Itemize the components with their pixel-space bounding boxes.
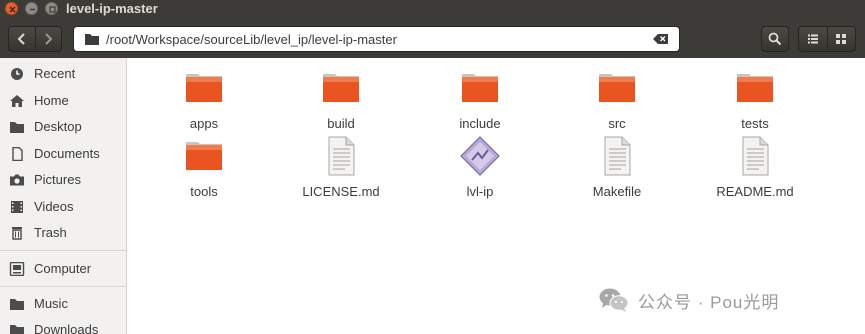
text-file-icon <box>604 136 631 176</box>
folder-item-tools[interactable]: tools <box>144 136 264 200</box>
camera-icon <box>10 174 24 186</box>
folder-icon <box>323 74 359 102</box>
sidebar-item-documents[interactable]: Documents <box>0 142 126 166</box>
sidebar-item-recent[interactable]: Recent <box>0 62 126 86</box>
sidebar-item-label: Music <box>34 296 68 311</box>
text-file-icon <box>328 136 355 176</box>
sidebar-item-label: Documents <box>34 146 100 161</box>
folder-item-src[interactable]: src <box>557 68 677 132</box>
file-item-lvl-ip[interactable]: lvl-ip <box>420 136 540 200</box>
file-name: Makefile <box>592 184 642 199</box>
grid-menu-icon <box>836 34 847 44</box>
trash-icon <box>12 227 22 240</box>
sidebar-item-computer[interactable]: Computer <box>0 257 126 281</box>
file-name: LICENSE.md <box>302 184 380 199</box>
minimize-icon <box>30 8 35 11</box>
watermark-text: 公众号 · Pou光明 <box>638 292 780 312</box>
search-icon <box>768 32 782 46</box>
sidebar: Recent Home Desktop Documents Pictures V… <box>0 58 127 334</box>
file-item-makefile[interactable]: Makefile <box>557 136 677 200</box>
maximize-window-button[interactable] <box>45 2 58 15</box>
home-icon <box>10 95 24 107</box>
list-view-icon <box>807 34 818 44</box>
watermark: 公众号 · Pou光明 <box>598 286 779 314</box>
sidebar-item-label: Pictures <box>34 172 81 187</box>
sidebar-item-pictures[interactable]: Pictures <box>0 168 126 192</box>
sidebar-item-label: Recent <box>34 66 76 81</box>
sidebar-item-label: Home <box>34 93 69 108</box>
file-name: README.md <box>716 184 794 199</box>
title-bar: level-ip-master <box>0 0 865 18</box>
clear-icon[interactable] <box>653 33 669 45</box>
folder-icon <box>599 74 635 102</box>
maximize-icon <box>49 6 56 13</box>
sidebar-item-label: Videos <box>34 199 74 214</box>
back-icon <box>17 33 25 45</box>
window-title: level-ip-master <box>66 1 158 16</box>
download-folder-icon <box>10 325 24 334</box>
file-name: src <box>608 116 626 131</box>
location-bar[interactable]: /root/Workspace/sourceLib/level_ip/level… <box>73 26 680 52</box>
wechat-icon <box>599 288 629 312</box>
forward-icon <box>45 33 53 45</box>
folder-item-build[interactable]: build <box>281 68 401 132</box>
sidebar-item-home[interactable]: Home <box>0 89 126 113</box>
sidebar-item-label: Trash <box>34 225 67 240</box>
sidebar-item-videos[interactable]: Videos <box>0 195 126 219</box>
file-item-license[interactable]: LICENSE.md <box>281 136 401 200</box>
clock-icon <box>11 68 23 80</box>
file-name: tests <box>741 116 769 131</box>
close-icon <box>9 6 16 13</box>
list-view-button[interactable] <box>799 27 827 51</box>
sidebar-item-label: Computer <box>34 261 92 276</box>
forward-button[interactable] <box>34 27 62 51</box>
file-name: include <box>459 116 501 131</box>
executable-icon <box>460 136 500 176</box>
sidebar-separator <box>0 286 126 287</box>
folder-icon <box>462 74 498 102</box>
folder-icon <box>186 74 222 102</box>
folder-icon <box>85 34 99 45</box>
sidebar-item-downloads[interactable]: Downloads <box>0 318 126 334</box>
sidebar-item-label: Desktop <box>34 119 82 134</box>
search-button[interactable] <box>761 26 789 52</box>
menu-button[interactable] <box>826 27 856 51</box>
minimize-window-button[interactable] <box>25 2 38 15</box>
back-button[interactable] <box>9 27 35 51</box>
computer-icon <box>9 262 25 276</box>
view-buttons <box>798 26 856 52</box>
desktop-folder-icon <box>10 122 24 133</box>
path-text: /root/Workspace/sourceLib/level_ip/level… <box>106 32 397 47</box>
sidebar-item-desktop[interactable]: Desktop <box>0 115 126 139</box>
file-item-readme[interactable]: README.md <box>695 136 815 200</box>
file-name: tools <box>190 184 218 199</box>
sidebar-separator <box>0 250 126 251</box>
navigation-buttons <box>8 26 62 52</box>
music-folder-icon <box>10 299 24 310</box>
sidebar-item-trash[interactable]: Trash <box>0 221 126 245</box>
file-name: lvl-ip <box>466 184 494 199</box>
folder-item-tests[interactable]: tests <box>695 68 815 132</box>
folder-item-apps[interactable]: apps <box>144 68 264 132</box>
file-name: build <box>327 116 355 131</box>
sidebar-item-music[interactable]: Music <box>0 292 126 316</box>
document-icon <box>12 147 23 161</box>
folder-item-include[interactable]: include <box>420 68 540 132</box>
text-file-icon <box>742 136 769 176</box>
toolbar: /root/Workspace/sourceLib/level_ip/level… <box>0 18 865 58</box>
close-window-button[interactable] <box>5 2 18 15</box>
film-icon <box>11 201 23 213</box>
folder-icon <box>186 142 222 170</box>
file-name: apps <box>189 116 219 131</box>
sidebar-item-label: Downloads <box>34 322 99 334</box>
folder-icon <box>737 74 773 102</box>
